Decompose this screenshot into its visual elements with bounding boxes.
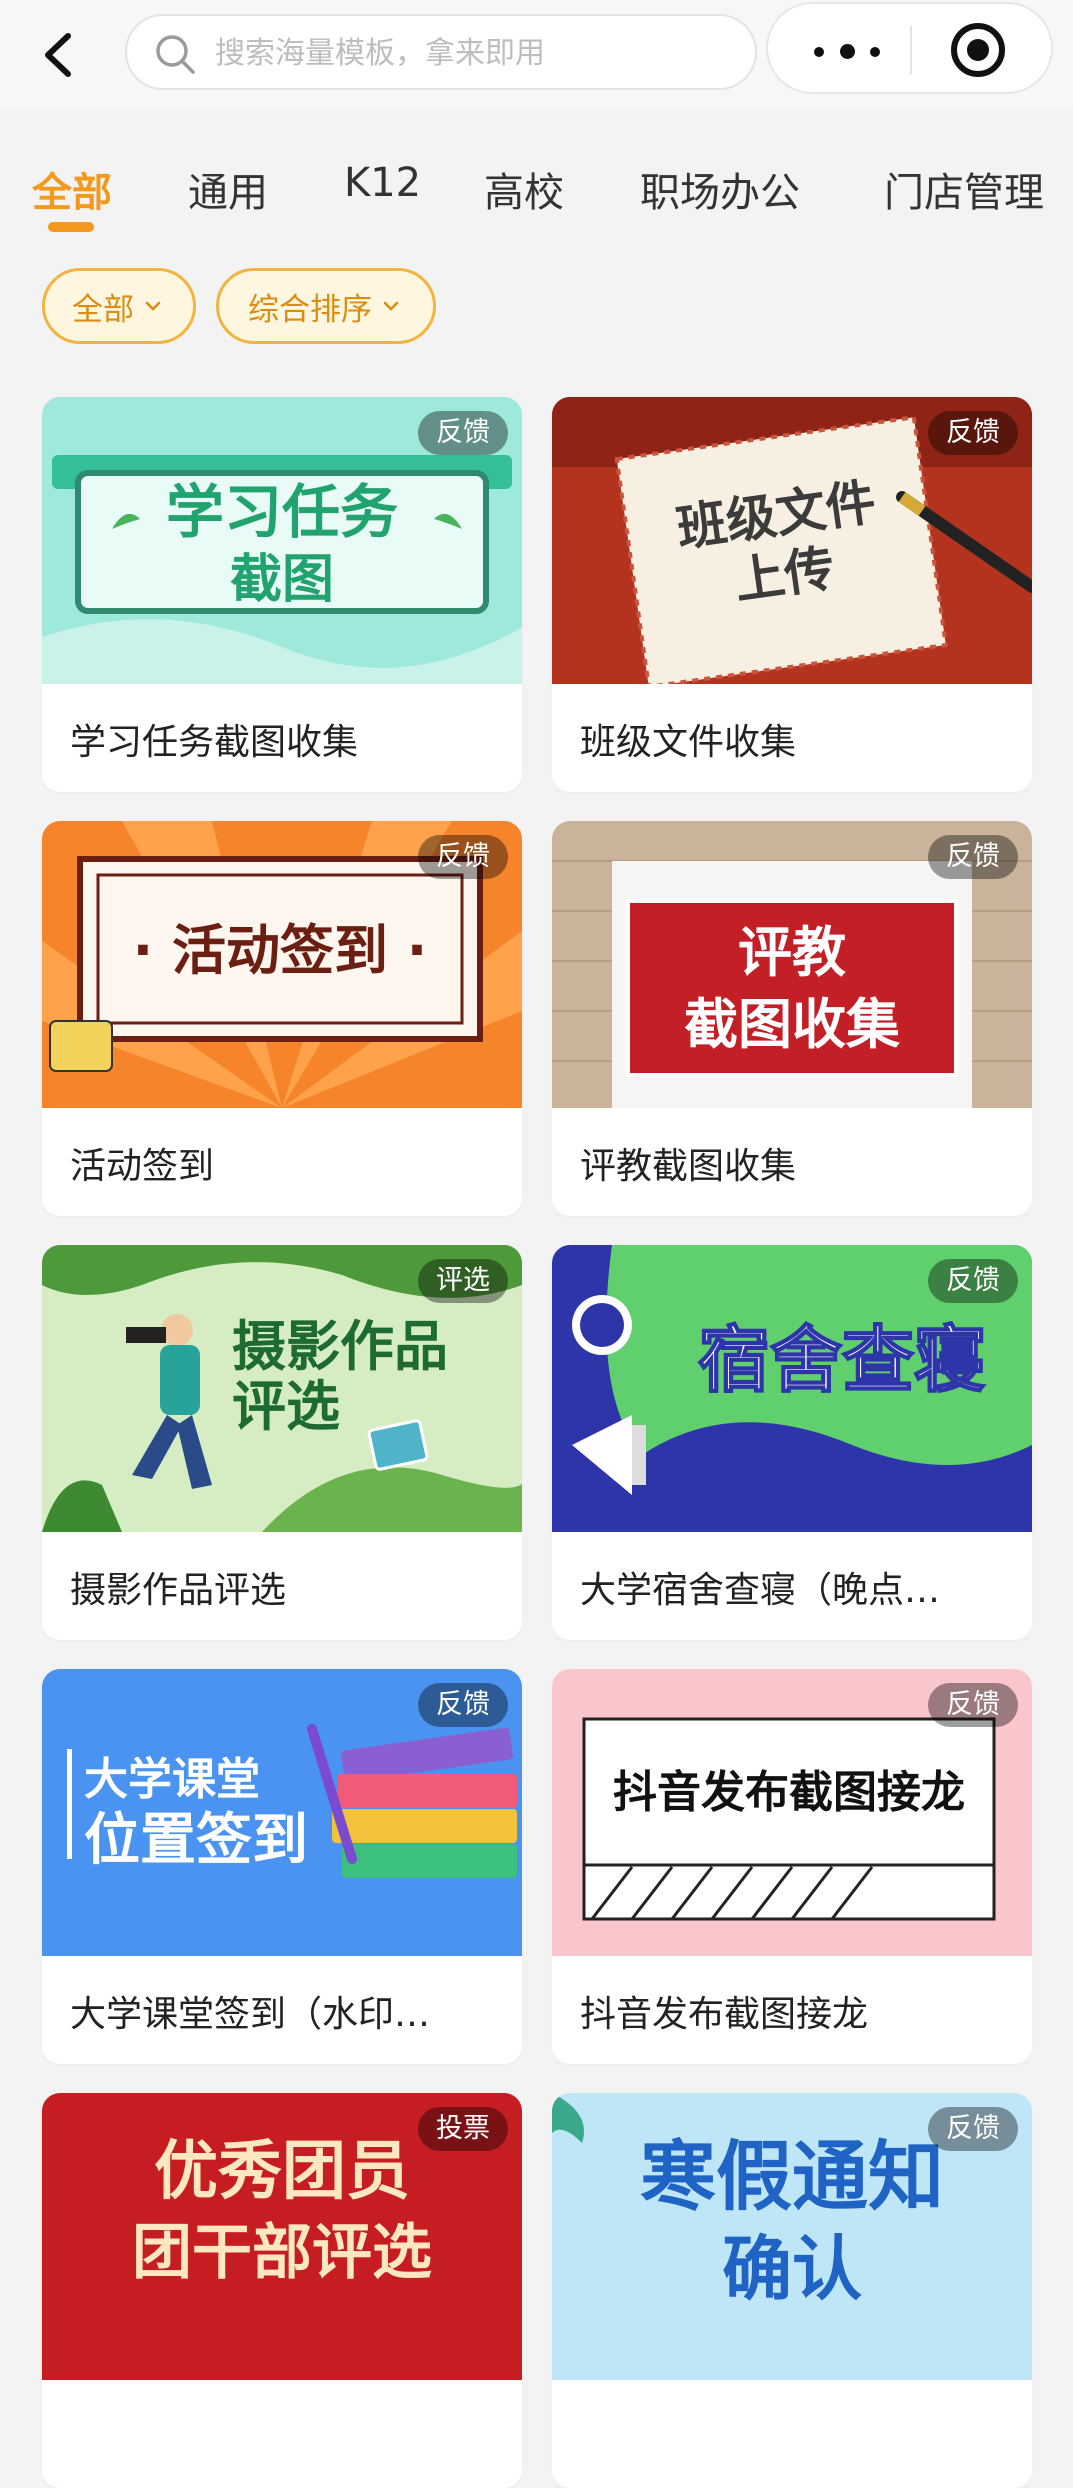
template-card[interactable]: 优秀团员 团干部评选 投票: [42, 2093, 522, 2488]
card-title: 班级文件收集: [580, 722, 797, 763]
thumbnail-art-text: 位置签到: [84, 1808, 308, 1873]
tab-workplace[interactable]: 职场办公: [640, 160, 800, 218]
template-card[interactable]: 摄影作品 评选 评选 摄影作品评选: [42, 1245, 522, 1640]
filter-sort-dropdown[interactable]: 综合排序: [216, 268, 436, 344]
template-card[interactable]: 评教 截图收集 反馈 评教截图收集: [552, 821, 1032, 1216]
thumbnail-art-text: 摄影作品: [232, 1315, 448, 1378]
card-title: 学习任务截图收集: [70, 722, 359, 763]
search-icon: [153, 32, 197, 76]
card-type-badge: 反馈: [928, 1259, 1018, 1303]
search-input[interactable]: [213, 26, 737, 80]
template-card[interactable]: 学习任务 截图 反馈 学习任务截图收集: [42, 397, 522, 792]
card-type-badge: 反馈: [418, 835, 508, 879]
top-bar: [0, 0, 1073, 110]
category-tabs: 全部 通用 K12 高校 职场办公 门店管理: [0, 150, 1073, 240]
tab-store-management[interactable]: 门店管理: [884, 160, 1044, 218]
filter-category-label: 全部: [72, 291, 134, 328]
card-type-badge: 反馈: [418, 411, 508, 455]
template-card[interactable]: 班级文件 上传 反馈 班级文件收集: [552, 397, 1032, 792]
thumbnail-art-text: 优秀团员: [154, 2135, 410, 2209]
card-type-badge: 反馈: [928, 411, 1018, 455]
mini-program-capsule: [766, 2, 1053, 94]
template-card[interactable]: 大学课堂 位置签到 反馈 大学课堂签到（水印…: [42, 1669, 522, 2064]
card-type-badge: 反馈: [928, 1683, 1018, 1727]
card-type-badge: 反馈: [928, 2107, 1018, 2151]
tab-university[interactable]: 高校: [484, 160, 564, 218]
template-card[interactable]: 寒假通知 确认 反馈: [552, 2093, 1032, 2488]
thumbnail-art-text: 宿舍查寝: [698, 1318, 986, 1402]
thumbnail-art-text: 抖音发布截图接龙: [613, 1767, 965, 1818]
thumbnail-art-text: 评选: [232, 1375, 340, 1438]
template-card[interactable]: · 活动签到 · 反馈 活动签到: [42, 821, 522, 1216]
card-title: 抖音发布截图接龙: [580, 1994, 869, 2035]
thumbnail-art-text: 截图收集: [684, 993, 900, 1056]
thumbnail-art-text: 寒假通知: [640, 2132, 944, 2221]
tab-all[interactable]: 全部: [32, 160, 112, 218]
card-title: 评教截图收集: [580, 1146, 797, 1187]
back-chevron-icon[interactable]: [30, 22, 90, 88]
capsule-divider: [910, 26, 912, 74]
thumbnail-art-text: 团干部评选: [132, 2218, 432, 2288]
template-card[interactable]: 抖音发布截图接龙 反馈 抖音发布截图接龙: [552, 1669, 1032, 2064]
chevron-down-icon: [145, 301, 161, 311]
card-title: 大学宿舍查寝（晚点…: [580, 1570, 941, 1611]
card-type-badge: 反馈: [928, 835, 1018, 879]
filter-category-dropdown[interactable]: 全部: [42, 268, 196, 344]
thumbnail-art-text: 截图: [230, 550, 334, 610]
card-type-badge: 投票: [418, 2107, 508, 2151]
target-icon[interactable]: [946, 18, 1010, 82]
active-tab-indicator: [48, 222, 94, 232]
more-dots-icon[interactable]: [808, 24, 888, 76]
thumbnail-art-text: 评教: [738, 921, 846, 984]
thumbnail-art-text: · 活动签到 ·: [133, 919, 428, 982]
card-type-badge: 反馈: [418, 1683, 508, 1727]
thumbnail-art-text: 大学课堂: [84, 1754, 260, 1805]
card-title: 摄影作品评选: [70, 1570, 287, 1611]
card-title: 活动签到: [70, 1146, 215, 1187]
search-box[interactable]: [125, 14, 757, 90]
card-type-badge: 评选: [418, 1259, 508, 1303]
thumbnail-art-text: 学习任务: [166, 478, 398, 546]
tab-k12[interactable]: K12: [344, 160, 421, 206]
filter-sort-label: 综合排序: [248, 291, 372, 328]
chevron-down-icon: [383, 301, 399, 311]
card-title: 大学课堂签到（水印…: [70, 1994, 431, 2035]
template-card[interactable]: 宿舍查寝 反馈 大学宿舍查寝（晚点…: [552, 1245, 1032, 1640]
tab-general[interactable]: 通用: [188, 160, 268, 218]
thumbnail-art-text: 确认: [722, 2228, 862, 2310]
